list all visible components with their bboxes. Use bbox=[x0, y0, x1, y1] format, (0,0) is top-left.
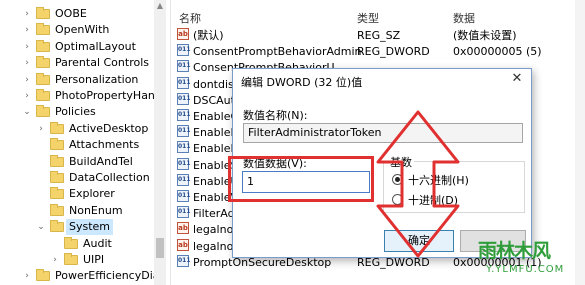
row-name: (默认) bbox=[193, 29, 224, 42]
folder-icon bbox=[50, 171, 64, 183]
folder-icon bbox=[50, 154, 64, 167]
scroll-up-arrow-icon[interactable]: ▲ bbox=[154, 0, 166, 12]
tree-item-label: Audit bbox=[83, 236, 112, 250]
string-value-icon: ab bbox=[177, 238, 189, 251]
tree-item-label: NonEnum bbox=[69, 203, 123, 217]
tree-item-label: PowerEfficiencyDiag bbox=[55, 269, 167, 283]
list-row[interactable]: 011 ConsentPromptBehaviorAdmin REG_DWORD 0x… bbox=[171, 44, 585, 60]
folder-icon bbox=[36, 72, 50, 85]
tree-item-label: Attachments bbox=[69, 138, 140, 152]
string-value-icon: ab bbox=[177, 222, 189, 235]
watermark-url: Y.YLMFU.COM bbox=[486, 264, 565, 275]
dword-value-icon: 011 bbox=[177, 125, 191, 138]
dword-value-icon: 011 bbox=[177, 157, 191, 170]
tree-item-label: Policies bbox=[55, 105, 96, 119]
list-row[interactable]: ab (默认) REG_SZ (数值未设置) bbox=[171, 28, 585, 44]
collapsed-chevron-icon[interactable]: › bbox=[36, 121, 46, 137]
folder-icon bbox=[50, 138, 64, 151]
collapsed-chevron-icon[interactable]: › bbox=[22, 88, 32, 104]
collapsed-chevron-icon[interactable]: › bbox=[22, 6, 32, 22]
tree-item-label: OOBE bbox=[55, 7, 87, 20]
tree-item-label: ActiveDesktop bbox=[69, 121, 149, 135]
dword-value-icon: 011 bbox=[177, 60, 191, 73]
list-header: 名称 类型 数据 bbox=[171, 8, 585, 26]
row-data: (数值未设置) bbox=[453, 29, 517, 42]
column-header-data[interactable]: 数据 bbox=[453, 10, 475, 26]
dword-value-icon: 011 bbox=[177, 44, 191, 57]
folder-icon bbox=[36, 56, 50, 69]
collapsed-chevron-icon[interactable]: › bbox=[22, 55, 32, 71]
row-name: ConsentPromptBehaviorAdmin bbox=[193, 45, 362, 59]
collapsed-chevron-icon[interactable]: › bbox=[22, 72, 32, 88]
row-data: 0x00000005 (5) bbox=[453, 45, 542, 59]
tree-item-label: System bbox=[66, 219, 114, 236]
watermark-brand: 雨林木风 bbox=[478, 240, 551, 262]
column-header-type[interactable]: 类型 bbox=[357, 10, 379, 26]
expanded-chevron-icon[interactable]: ⌄ bbox=[36, 219, 46, 235]
string-value-icon: ab bbox=[177, 28, 189, 40]
folder-icon bbox=[50, 121, 64, 134]
folder-icon bbox=[50, 203, 64, 216]
registry-tree[interactable]: › OOBE › OpenWith › OptimalLayout › Parental Co… bbox=[0, 0, 170, 285]
tree-item-label: Personalization bbox=[55, 72, 139, 86]
folder-icon bbox=[36, 23, 50, 36]
dword-value-icon: 011 bbox=[177, 173, 191, 186]
dword-value-icon: 011 bbox=[177, 206, 191, 219]
watermark-logo: 雨林木风 Y.YLMFU.COM bbox=[476, 236, 582, 282]
tree-item-label: OptimalLayout bbox=[55, 39, 136, 53]
tree-item-label: DataCollection bbox=[69, 171, 150, 184]
close-icon[interactable]: ✕ bbox=[509, 71, 525, 87]
expanded-chevron-icon[interactable]: ⌄ bbox=[22, 104, 32, 120]
collapsed-chevron-icon[interactable]: › bbox=[22, 268, 32, 284]
dword-value-icon: 011 bbox=[177, 76, 191, 89]
dword-value-icon: 011 bbox=[177, 109, 191, 121]
scrollbar-thumb[interactable] bbox=[156, 238, 164, 258]
tree-item-label: Parental Controls bbox=[55, 56, 149, 70]
tree-scrollbar[interactable]: ▲ bbox=[154, 0, 166, 285]
folder-icon bbox=[36, 89, 50, 101]
row-type: REG_SZ bbox=[357, 29, 401, 42]
folder-icon bbox=[50, 187, 64, 200]
annotation-arrow-icon bbox=[376, 110, 460, 258]
folder-icon bbox=[36, 7, 50, 19]
tree-item-label: BuildAndTel bbox=[69, 154, 133, 168]
folder-icon bbox=[64, 253, 78, 265]
tree-item-label: UIPI bbox=[83, 253, 105, 266]
tree-item-label: PhotoPropertyHanc bbox=[55, 89, 161, 102]
folder-icon bbox=[36, 269, 50, 282]
annotation-highlight-box bbox=[228, 156, 374, 202]
collapsed-chevron-icon[interactable]: › bbox=[22, 39, 32, 55]
dword-value-icon: 011 bbox=[177, 141, 191, 154]
folder-icon bbox=[36, 39, 50, 52]
collapsed-chevron-icon[interactable]: › bbox=[50, 252, 60, 268]
tree-item-label: Explorer bbox=[69, 187, 115, 201]
dword-value-icon: 011 bbox=[177, 92, 191, 105]
tree-item-label: OpenWith bbox=[55, 23, 110, 37]
value-name-label: 数值名称(N): bbox=[243, 109, 308, 122]
column-header-name[interactable]: 名称 bbox=[179, 10, 201, 26]
collapsed-chevron-icon[interactable]: › bbox=[22, 22, 32, 38]
folder-icon bbox=[64, 236, 78, 249]
dword-value-icon: 011 bbox=[177, 190, 191, 202]
row-type: REG_DWORD bbox=[357, 45, 430, 59]
folder-icon bbox=[36, 105, 50, 118]
dword-value-icon: 011 bbox=[177, 254, 191, 267]
folder-icon bbox=[50, 220, 64, 233]
dialog-title: 编辑 DWORD (32 位)值 bbox=[241, 76, 363, 89]
